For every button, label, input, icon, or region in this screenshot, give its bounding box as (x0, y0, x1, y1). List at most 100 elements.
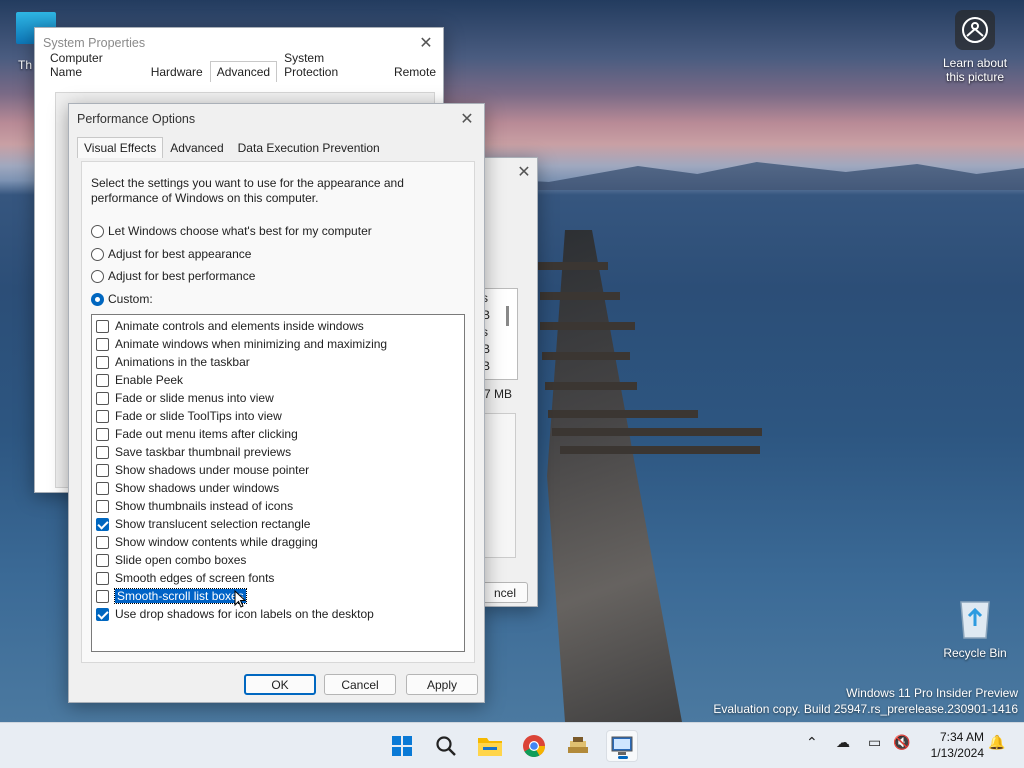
radio-best-appearance[interactable]: Adjust for best appearance (91, 247, 251, 261)
cloud-offline-icon[interactable]: ☁ (836, 735, 850, 751)
start-icon (392, 736, 412, 756)
visual-effect-option[interactable]: Show shadows under mouse pointer (96, 461, 309, 479)
radio-let-windows-choose[interactable]: Let Windows choose what's best for my co… (91, 224, 372, 238)
network-icon[interactable]: ▭ (868, 735, 881, 751)
checkbox[interactable] (96, 373, 109, 387)
checkbox[interactable] (96, 337, 109, 351)
visual-effect-option[interactable]: Show window contents while dragging (96, 533, 318, 551)
close-icon[interactable]: ✕ (456, 108, 478, 130)
window-title: System Properties (43, 36, 146, 50)
radio-button[interactable] (91, 269, 104, 283)
checkbox[interactable] (96, 427, 109, 441)
volume-muted-icon[interactable]: 🔇 (893, 735, 910, 751)
tab-remote[interactable]: Remote (387, 61, 443, 82)
file-explorer-button[interactable] (474, 730, 506, 762)
recycle-bin-label: Recycle Bin (943, 646, 1007, 660)
recycle-bin-desktop-icon[interactable]: Recycle Bin (938, 596, 1012, 660)
checkbox[interactable] (96, 409, 109, 423)
checkbox[interactable] (96, 391, 109, 405)
system-properties-taskbar-button[interactable] (606, 730, 638, 762)
visual-effect-option[interactable]: Animate windows when minimizing and maxi… (96, 335, 387, 353)
visual-effect-option[interactable]: Fade or slide ToolTips into view (96, 407, 282, 425)
visual-effect-option[interactable]: Show shadows under windows (96, 479, 279, 497)
tab-visual-effects[interactable]: Visual Effects (77, 137, 164, 158)
checkbox[interactable] (96, 607, 109, 621)
search-button[interactable] (430, 730, 462, 762)
option-label: Smooth edges of screen fonts (115, 571, 275, 585)
system-properties-titlebar[interactable]: System Properties ✕ (35, 28, 443, 58)
app-stack-button[interactable] (562, 730, 594, 762)
cancel-label: Cancel (341, 677, 379, 692)
visual-effect-option[interactable]: Enable Peek (96, 371, 183, 389)
learn-about-picture-icon[interactable]: Learn about this picture (938, 10, 1012, 84)
visual-effect-option[interactable]: Slide open combo boxes (96, 551, 246, 569)
visual-effect-option[interactable]: Smooth edges of screen fonts (96, 569, 274, 587)
visual-effect-option[interactable]: Fade out menu items after clicking (96, 425, 298, 443)
radio-custom[interactable]: Custom: (91, 292, 153, 306)
option-label: Fade or slide menus into view (115, 391, 274, 405)
tab-advanced[interactable]: Advanced (209, 61, 278, 82)
mouse-pointer-icon (234, 590, 246, 608)
notification-bell-icon[interactable]: 🔔 (988, 735, 1005, 751)
checkbox[interactable] (96, 445, 109, 459)
visual-effect-option[interactable]: Show translucent selection rectangle (96, 515, 310, 533)
checkbox[interactable] (96, 355, 109, 369)
option-label: Fade out menu items after clicking (115, 427, 298, 441)
option-label: Save taskbar thumbnail previews (115, 445, 292, 459)
checkbox[interactable] (96, 589, 109, 603)
option-label: Show window contents while dragging (115, 535, 318, 549)
visual-effect-option[interactable]: Fade or slide menus into view (96, 389, 274, 407)
option-label: Show shadows under windows (115, 481, 280, 495)
taskbar-clock[interactable]: 7:34 AM 1/13/2024 (931, 729, 984, 761)
virtual-memory-window[interactable]: ✕ s B s B B 7 MB ncel (480, 157, 538, 607)
watermark-line-1: Windows 11 Pro Insider Preview (846, 686, 1018, 700)
watermark-line-2: Evaluation copy. Build 25947.rs_prerelea… (713, 702, 1018, 716)
visual-effect-option[interactable]: Save taskbar thumbnail previews (96, 443, 291, 461)
radio-best-performance[interactable]: Adjust for best performance (91, 269, 255, 283)
checkbox[interactable] (96, 463, 109, 477)
start-button[interactable] (386, 730, 418, 762)
apply-button[interactable]: Apply (406, 674, 478, 695)
checkbox[interactable] (96, 553, 109, 567)
checkbox[interactable] (96, 499, 109, 513)
option-label: Fade or slide ToolTips into view (115, 409, 282, 423)
close-icon[interactable]: ✕ (513, 160, 535, 182)
clock-date: 1/13/2024 (930, 746, 984, 760)
recycle-bin-icon (955, 596, 995, 640)
option-label: Smooth-scroll list boxes (114, 588, 247, 604)
ok-button[interactable]: OK (244, 674, 316, 695)
performance-options-window[interactable]: Performance Options ✕ Visual Effects Adv… (68, 103, 485, 703)
tab-data-execution-prevention[interactable]: Data Execution Prevention (231, 137, 387, 158)
visual-effect-option[interactable]: Smooth-scroll list boxes (96, 587, 247, 605)
wallpaper-pier (547, 230, 682, 722)
vm-cancel-button[interactable]: ncel (482, 582, 528, 603)
radio-label: Let Windows choose what's best for my co… (108, 224, 372, 238)
active-indicator (618, 756, 628, 759)
window-title: Performance Options (77, 112, 196, 126)
checkbox[interactable] (96, 517, 109, 531)
radio-button[interactable] (91, 224, 104, 238)
option-label: Use drop shadows for icon labels on the … (115, 607, 374, 621)
radio-label: Custom: (108, 292, 153, 306)
performance-options-titlebar[interactable]: Performance Options ✕ (69, 104, 484, 134)
chrome-button[interactable] (518, 730, 550, 762)
tab-advanced[interactable]: Advanced (163, 137, 230, 158)
cancel-button[interactable]: Cancel (324, 674, 396, 695)
checkbox[interactable] (96, 535, 109, 549)
checkbox[interactable] (96, 319, 109, 333)
visual-effect-option[interactable]: Show thumbnails instead of icons (96, 497, 293, 515)
checkbox[interactable] (96, 481, 109, 495)
option-label: Enable Peek (115, 373, 184, 387)
close-icon[interactable]: ✕ (415, 32, 437, 54)
clock-time: 7:34 AM (939, 730, 984, 744)
checkbox[interactable] (96, 571, 109, 585)
show-hidden-icons-chevron-icon[interactable]: ⌃ (806, 735, 818, 751)
tab-hardware[interactable]: Hardware (144, 61, 210, 82)
visual-effect-option[interactable]: Animate controls and elements inside win… (96, 317, 364, 335)
option-label: Slide open combo boxes (115, 553, 247, 567)
visual-effects-list[interactable]: Animate controls and elements inside win… (91, 314, 465, 652)
visual-effect-option[interactable]: Animations in the taskbar (96, 353, 250, 371)
radio-button[interactable] (91, 247, 104, 261)
radio-button[interactable] (91, 292, 104, 306)
chrome-icon (523, 735, 545, 757)
